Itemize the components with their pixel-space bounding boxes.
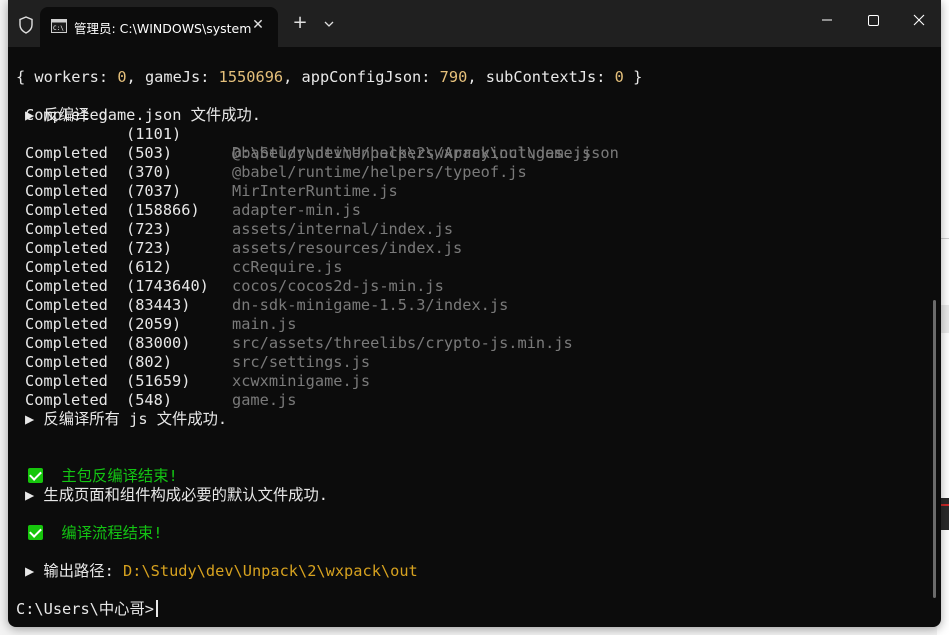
output-path-line: ▶ 输出路径: D:\Study\dev\Unpack\2\wxpack\out bbox=[25, 562, 418, 580]
main-package-done-line: 主包反编译结束! bbox=[28, 467, 178, 486]
close-tab-icon[interactable]: ✕ bbox=[250, 16, 266, 34]
game-json-line: Completed (1101) D:\Study\dev\Unpack\2\w… bbox=[25, 106, 619, 162]
file-row: Completed (370) @babel/runtime/helpers/typ… bbox=[25, 163, 527, 181]
command-prompt[interactable]: C:\Users\中心哥> bbox=[16, 600, 158, 619]
compile-done-line: 编译流程结束! bbox=[28, 524, 162, 543]
terminal-tab-icon: C:\ bbox=[51, 19, 67, 33]
file-row: Completed (723) assets/resources/index.js bbox=[25, 239, 463, 257]
minimize-icon[interactable] bbox=[804, 0, 850, 40]
stats-line: { workers: 0, gameJs: 1550696, appConfig… bbox=[16, 68, 643, 86]
js-success-message: ▶ 反编译所有 js 文件成功. bbox=[25, 410, 228, 428]
file-row: Completed (1743640) cocos/cocos2d-js-min.j… bbox=[25, 277, 444, 295]
check-icon bbox=[28, 468, 43, 483]
vertical-scrollbar[interactable] bbox=[933, 300, 936, 598]
check-icon bbox=[28, 525, 43, 540]
terminal-window: C:\ 管理员: C:\WINDOWS\system ✕ + { workers… bbox=[8, 0, 941, 627]
shield-icon bbox=[19, 16, 33, 34]
output-path: D:\Study\dev\Unpack\2\wxpack\out bbox=[123, 562, 418, 580]
chevron-down-icon[interactable] bbox=[320, 15, 338, 33]
file-row: Completed (158866) adapter-min.js bbox=[25, 201, 361, 219]
text-cursor bbox=[156, 600, 158, 617]
close-window-icon[interactable] bbox=[896, 0, 941, 40]
file-row: Completed (7037) MirInterRuntime.js bbox=[25, 182, 398, 200]
game-json-message: ▶ 反编译 game.json 文件成功. bbox=[25, 106, 262, 124]
title-bar[interactable]: C:\ 管理员: C:\WINDOWS\system ✕ + bbox=[8, 0, 941, 47]
terminal-output[interactable]: { workers: 0, gameJs: 1550696, appConfig… bbox=[8, 47, 941, 627]
file-row: Completed (503) @babel/runtime/helpers/Arr… bbox=[25, 144, 592, 162]
file-row: Completed (802) src/settings.js bbox=[25, 353, 371, 371]
file-row: Completed (2059) main.js bbox=[25, 315, 297, 333]
new-tab-button[interactable]: + bbox=[290, 13, 310, 33]
svg-text:C:\: C:\ bbox=[53, 25, 64, 32]
file-row: Completed (51659) xcwxminigame.js bbox=[25, 372, 371, 390]
file-row: Completed (548) game.js bbox=[25, 391, 297, 409]
page-files-message: ▶ 生成页面和组件构成必要的默认文件成功. bbox=[25, 486, 328, 504]
file-row: Completed (83000) src/assets/threelibs/cry… bbox=[25, 334, 573, 352]
terminal-tab[interactable]: C:\ 管理员: C:\WINDOWS\system ✕ bbox=[40, 7, 278, 47]
tab-title: 管理员: C:\WINDOWS\system bbox=[74, 21, 252, 36]
file-row: Completed (723) assets/internal/index.js bbox=[25, 220, 454, 238]
file-row: Completed (612) ccRequire.js bbox=[25, 258, 343, 276]
maximize-icon[interactable] bbox=[850, 0, 896, 40]
file-row: Completed (83443) dn-sdk-minigame-1.5.3/in… bbox=[25, 296, 509, 314]
